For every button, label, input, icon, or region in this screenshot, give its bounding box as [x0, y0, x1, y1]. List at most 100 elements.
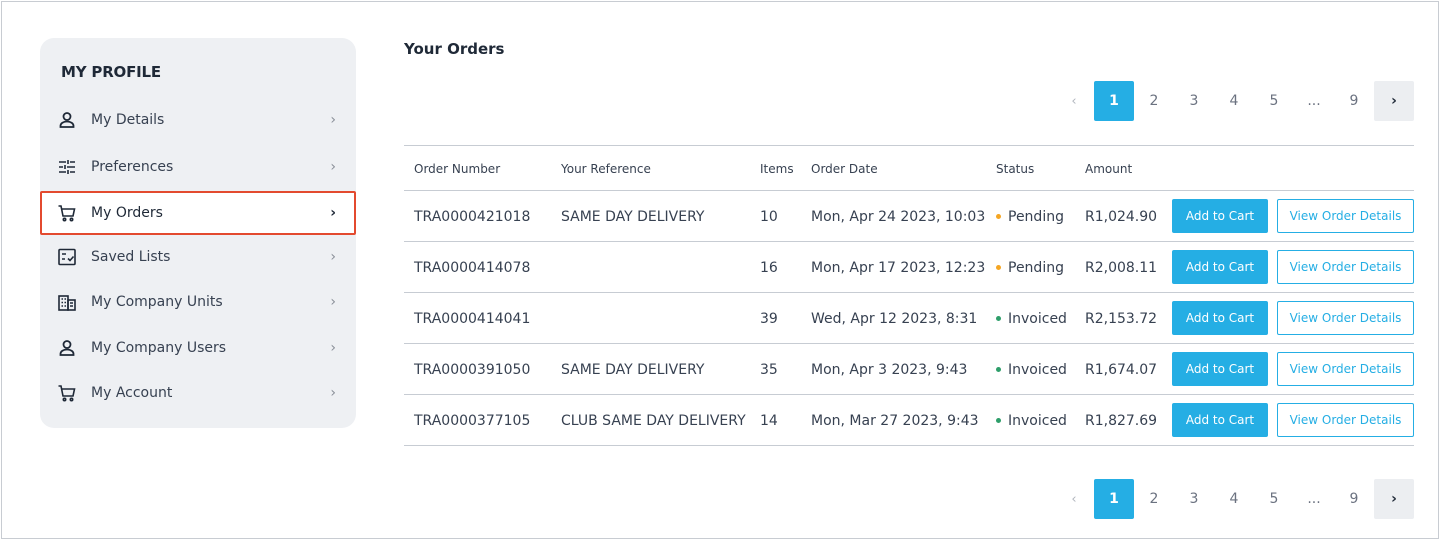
status-label: Invoiced: [1008, 361, 1067, 378]
status-label: Invoiced: [1008, 412, 1067, 429]
sidebar-item-label: My Details: [91, 112, 165, 128]
sidebar-item-preferences[interactable]: Preferences ›: [40, 146, 356, 188]
status-dot-icon: [996, 214, 1001, 219]
cell-amount: R1,024.90: [1085, 208, 1158, 225]
chevron-right-icon: ›: [330, 294, 336, 310]
add-to-cart-button[interactable]: Add to Cart: [1172, 403, 1268, 437]
table-row: TRA0000414078 16 Mon, Apr 17 2023, 12:23 Pe…: [404, 242, 1414, 293]
cell-reference: SAME DAY DELIVERY: [561, 208, 705, 225]
cell-status: Invoiced: [996, 293, 1067, 344]
cell-order-date: Mon, Apr 3 2023, 9:43: [811, 361, 968, 378]
status-label: Invoiced: [1008, 310, 1067, 327]
status-dot-icon: [996, 418, 1001, 423]
pagination-page-4[interactable]: 4: [1214, 479, 1254, 519]
status-dot-icon: [996, 367, 1001, 372]
profile-sidebar: MY PROFILE My Details › Preferences › My…: [40, 38, 356, 428]
sidebar-item-label: Saved Lists: [91, 249, 171, 265]
column-header-reference: Your Reference: [561, 162, 651, 176]
cell-order-date: Wed, Apr 12 2023, 8:31: [811, 310, 978, 327]
pagination-prev-button[interactable]: ‹: [1054, 479, 1094, 519]
cart-icon: [56, 202, 78, 224]
status-dot-icon: [996, 316, 1001, 321]
sidebar-item-my-company-units[interactable]: My Company Units ›: [40, 281, 356, 323]
table-row: TRA0000414041 39 Wed, Apr 12 2023, 8:31 Inv…: [404, 293, 1414, 344]
pagination-prev-button[interactable]: ‹: [1054, 81, 1094, 121]
chevron-right-icon: ›: [330, 112, 336, 128]
cell-amount: R1,674.07: [1085, 361, 1158, 378]
checklist-icon: [56, 246, 78, 268]
sidebar-item-label: My Company Units: [91, 294, 223, 310]
column-header-status: Status: [996, 162, 1035, 176]
cell-items: 35: [760, 361, 778, 378]
pagination-page-2[interactable]: 2: [1134, 81, 1174, 121]
table-row: TRA0000421018 SAME DAY DELIVERY 10 Mon, Apr…: [404, 191, 1414, 242]
add-to-cart-button[interactable]: Add to Cart: [1172, 250, 1268, 284]
status-dot-icon: [996, 265, 1001, 270]
chevron-right-icon: ›: [330, 159, 336, 175]
cell-items: 39: [760, 310, 778, 327]
add-to-cart-button[interactable]: Add to Cart: [1172, 301, 1268, 335]
table-header: Order Number Your Reference Items Order …: [404, 145, 1414, 191]
cell-items: 16: [760, 259, 778, 276]
sidebar-item-my-account[interactable]: My Account ›: [40, 372, 356, 414]
cell-amount: R2,008.11: [1085, 259, 1158, 276]
sidebar-item-saved-lists[interactable]: Saved Lists ›: [40, 236, 356, 278]
cell-status: Invoiced: [996, 395, 1067, 446]
status-label: Pending: [1008, 259, 1064, 276]
orders-table: Order Number Your Reference Items Order …: [404, 145, 1414, 446]
pagination-next-button[interactable]: ›: [1374, 479, 1414, 519]
pagination-page-last[interactable]: 9: [1334, 479, 1374, 519]
pagination-page-last[interactable]: 9: [1334, 81, 1374, 121]
view-order-details-button[interactable]: View Order Details: [1277, 199, 1414, 233]
cell-order-number: TRA0000377105: [414, 412, 531, 429]
view-order-details-button[interactable]: View Order Details: [1277, 301, 1414, 335]
cell-amount: R2,153.72: [1085, 310, 1158, 327]
sidebar-item-my-orders[interactable]: My Orders ›: [40, 191, 356, 235]
status-label: Pending: [1008, 208, 1064, 225]
cell-items: 10: [760, 208, 778, 225]
pagination-top: ‹ 1 2 3 4 5 ... 9 ›: [1054, 81, 1414, 121]
cell-order-number: TRA0000391050: [414, 361, 531, 378]
table-row: TRA0000391050 SAME DAY DELIVERY 35 Mon, Apr…: [404, 344, 1414, 395]
cell-order-number: TRA0000414078: [414, 259, 531, 276]
pagination-next-button[interactable]: ›: [1374, 81, 1414, 121]
sidebar-item-label: My Orders: [91, 205, 163, 221]
pagination-page-5[interactable]: 5: [1254, 81, 1294, 121]
pagination-page-3[interactable]: 3: [1174, 81, 1214, 121]
building-icon: [56, 291, 78, 313]
chevron-right-icon: ›: [330, 205, 336, 221]
cell-amount: R1,827.69: [1085, 412, 1158, 429]
add-to-cart-button[interactable]: Add to Cart: [1172, 199, 1268, 233]
add-to-cart-button[interactable]: Add to Cart: [1172, 352, 1268, 386]
view-order-details-button[interactable]: View Order Details: [1277, 403, 1414, 437]
pagination-page-4[interactable]: 4: [1214, 81, 1254, 121]
page-title: Your Orders: [404, 40, 505, 58]
sidebar-title: MY PROFILE: [61, 63, 161, 81]
cell-status: Invoiced: [996, 344, 1067, 395]
sidebar-item-my-company-users[interactable]: My Company Users ›: [40, 327, 356, 369]
sidebar-item-label: Preferences: [91, 159, 174, 175]
pagination-page-1[interactable]: 1: [1094, 479, 1134, 519]
cell-order-number: TRA0000414041: [414, 310, 531, 327]
cell-order-date: Mon, Apr 17 2023, 12:23: [811, 259, 986, 276]
chevron-right-icon: ›: [330, 385, 336, 401]
pagination-page-1[interactable]: 1: [1094, 81, 1134, 121]
view-order-details-button[interactable]: View Order Details: [1277, 352, 1414, 386]
view-order-details-button[interactable]: View Order Details: [1277, 250, 1414, 284]
sidebar-item-my-details[interactable]: My Details ›: [40, 99, 356, 141]
sidebar-item-label: My Company Users: [91, 340, 227, 356]
pagination-bottom: ‹ 1 2 3 4 5 ... 9 ›: [1054, 479, 1414, 519]
user-icon: [56, 337, 78, 359]
cell-status: Pending: [996, 191, 1064, 242]
chevron-right-icon: ›: [330, 340, 336, 356]
user-icon: [56, 109, 78, 131]
pagination-page-5[interactable]: 5: [1254, 479, 1294, 519]
column-header-order-date: Order Date: [811, 162, 878, 176]
cell-items: 14: [760, 412, 778, 429]
cell-reference: SAME DAY DELIVERY: [561, 361, 705, 378]
cell-order-date: Mon, Apr 24 2023, 10:03: [811, 208, 986, 225]
pagination-page-3[interactable]: 3: [1174, 479, 1214, 519]
pagination-page-2[interactable]: 2: [1134, 479, 1174, 519]
pagination-ellipsis: ...: [1307, 93, 1321, 109]
cell-order-number: TRA0000421018: [414, 208, 531, 225]
